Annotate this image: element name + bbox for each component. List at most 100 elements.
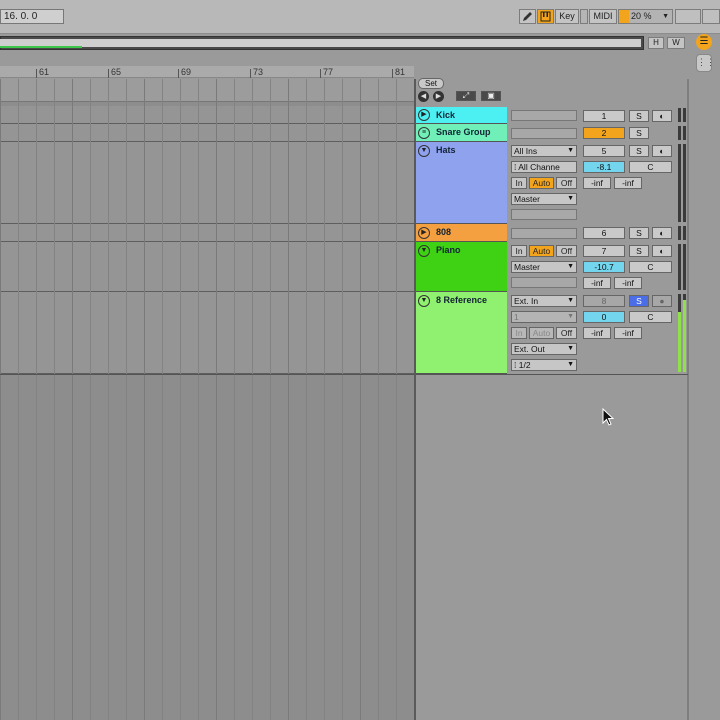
track-number-2[interactable]: 2 (583, 127, 625, 139)
send-a-field[interactable]: -inf (583, 177, 611, 189)
grid-line (180, 79, 181, 720)
solo-button[interactable]: S (629, 295, 649, 307)
monitor-off-button[interactable]: Off (556, 327, 577, 339)
monitor-off-button[interactable]: Off (556, 177, 577, 189)
track-number-8[interactable]: 8 (583, 295, 625, 307)
ruler-tick (36, 69, 37, 78)
send-b-field[interactable]: -inf (614, 277, 642, 289)
midi-map-button[interactable]: MIDI (589, 9, 617, 24)
grid-line (306, 79, 307, 720)
volume-field[interactable]: -10.7 (583, 261, 625, 273)
lock-icon[interactable]: ▣ (481, 91, 501, 101)
output-select[interactable]: Ext. Out ▼ (511, 343, 577, 355)
fold-play-icon[interactable]: ▶ (418, 227, 430, 239)
monitor-in-button[interactable]: In (511, 177, 527, 189)
chevron-down-icon: ▼ (567, 313, 574, 320)
monitor-auto-button[interactable]: Auto (529, 327, 554, 339)
chevron-down-icon: ▼ (567, 345, 574, 352)
grid-line (396, 79, 397, 720)
solo-button[interactable]: S (629, 245, 649, 257)
track-number-7[interactable]: 7 (583, 245, 625, 257)
send-b-field[interactable]: -inf (614, 327, 642, 339)
chevron-down-icon[interactable]: ▼ (418, 145, 430, 157)
pan-field[interactable]: C (629, 311, 672, 323)
grid-line (234, 79, 235, 720)
monitor-off-button[interactable]: Off (556, 245, 577, 257)
output-channel-select[interactable]: ⁞ 1/2 ▼ (511, 359, 577, 371)
solo-button[interactable]: S (629, 227, 649, 239)
computer-midi-keyboard-button[interactable] (537, 9, 554, 24)
arm-record-icon[interactable]: ◐ (652, 245, 672, 257)
send-a-field[interactable]: -inf (583, 277, 611, 289)
draw-mode-button[interactable] (519, 9, 536, 24)
song-position-field[interactable]: 16. 0. 0 (0, 9, 64, 24)
arm-record-icon[interactable]: ◐ (652, 110, 672, 122)
next-locator-icon[interactable]: ▶ (433, 91, 444, 102)
pan-field[interactable]: C (629, 161, 672, 173)
output-select[interactable]: Master ▼ (511, 193, 577, 205)
track-lane-snare-group[interactable] (0, 124, 414, 142)
group-icon[interactable]: ≡ (418, 127, 430, 139)
solo-button[interactable]: S (629, 145, 649, 157)
track-number-6[interactable]: 6 (583, 227, 625, 239)
grid-line (72, 79, 73, 720)
send-a-field[interactable]: -inf (583, 327, 611, 339)
send-b-field[interactable]: -inf (614, 177, 642, 189)
chevron-down-icon: ▼ (567, 147, 574, 154)
monitor-in-button[interactable]: In (511, 327, 527, 339)
input-channel-select[interactable]: ⁞ All Channe (511, 161, 577, 173)
previous-locator-icon[interactable]: ◀ (418, 91, 429, 102)
pan-field[interactable]: C (629, 261, 672, 273)
hard-disk-meter (675, 9, 701, 24)
volume-field[interactable]: 0 (583, 311, 625, 323)
input-channel-select[interactable]: 1 ▼ (511, 311, 577, 323)
io-placeholder (511, 110, 577, 121)
chevron-down-icon: ▼ (662, 13, 669, 20)
input-type-select[interactable]: Ext. In ▼ (511, 295, 577, 307)
set-locator-button[interactable]: Set (418, 78, 444, 89)
piano-keys-icon (540, 11, 551, 22)
browser-list-icon[interactable]: ☰ (696, 34, 712, 50)
chevron-down-icon: ▼ (567, 195, 574, 202)
ruler-label: 65 (111, 67, 122, 77)
fold-play-icon[interactable]: ▶ (418, 109, 430, 121)
track-name-8-reference[interactable]: 8 Reference (416, 292, 507, 374)
track-lane-8-reference[interactable] (0, 292, 414, 374)
expand-icon[interactable]: ⤢ (456, 91, 476, 101)
arm-record-icon[interactable]: ◐ (652, 145, 672, 157)
volume-field[interactable]: -8.1 (583, 161, 625, 173)
locators-lane[interactable] (0, 79, 414, 102)
track-lane-piano[interactable] (0, 242, 414, 292)
track-lane-808[interactable] (0, 224, 414, 242)
output-select[interactable]: Master ▼ (511, 261, 577, 273)
chevron-down-icon[interactable]: ▼ (418, 245, 430, 257)
ruler-tick (392, 69, 393, 78)
input-type-select[interactable]: All Ins ▼ (511, 145, 577, 157)
solo-button[interactable]: S (629, 110, 649, 122)
level-meter (678, 226, 681, 240)
track-lane-kick[interactable] (0, 106, 414, 124)
input-channel-value: All Channe (518, 162, 560, 172)
optimize-width-button[interactable]: W (667, 37, 685, 49)
solo-button[interactable]: S (629, 127, 649, 139)
track-lane-hats[interactable] (0, 142, 414, 224)
track-number-5[interactable]: 5 (583, 145, 625, 157)
monitor-auto-button[interactable]: Auto (529, 245, 554, 257)
optimize-height-button[interactable]: H (648, 37, 664, 49)
record-dot-icon[interactable]: ● (652, 295, 672, 307)
track-name-hats[interactable]: Hats (416, 142, 507, 224)
level-meter (678, 108, 681, 122)
monitor-in-button[interactable]: In (511, 245, 527, 257)
grid-line (108, 79, 109, 720)
level-meter (683, 108, 686, 122)
chevron-down-icon[interactable]: ▼ (418, 295, 430, 307)
monitor-auto-button[interactable]: Auto (529, 177, 554, 189)
grid-line (360, 79, 361, 720)
beat-time-ruler[interactable] (0, 66, 414, 78)
ruler-label: 81 (395, 67, 406, 77)
grid-view-icon[interactable]: ⋮⋮ (696, 54, 715, 72)
track-number-1[interactable]: 1 (583, 110, 625, 122)
arm-record-icon[interactable]: ◐ (652, 227, 672, 239)
level-meter (678, 144, 681, 222)
key-map-button[interactable]: Key (555, 9, 579, 24)
